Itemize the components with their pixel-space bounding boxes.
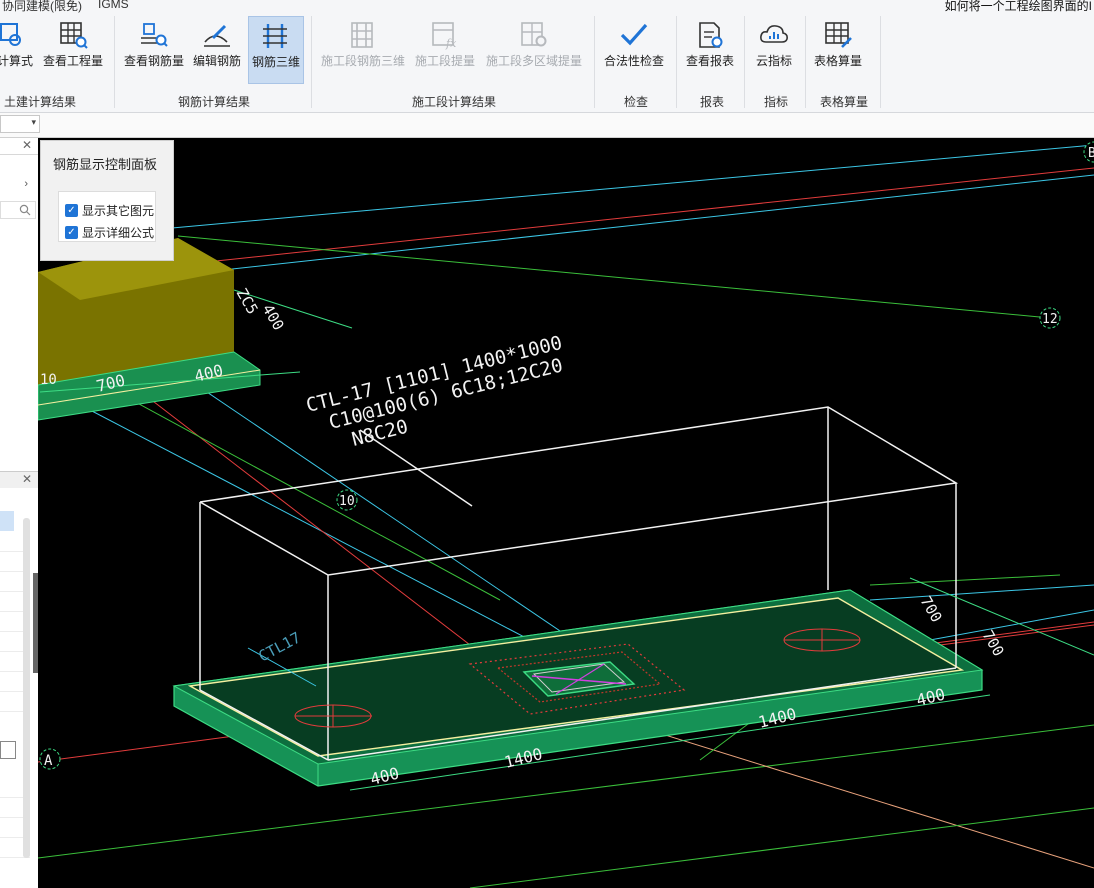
show-other-elements-label: 显示其它图元 — [82, 204, 155, 218]
cloud-index-icon — [760, 25, 788, 43]
close-icon[interactable]: ✕ — [22, 472, 32, 486]
group-label-civil: 土建计算结果 — [4, 95, 77, 109]
stage-quantity-label: 施工段提量 — [414, 54, 475, 68]
calc-formula-button[interactable]: 计算式 — [0, 16, 36, 82]
show-detail-formula-label: 显示详细公式 — [82, 226, 155, 240]
rebar-panel-options: ✓ 显示其它图元 ✓ 显示详细公式 — [58, 191, 156, 242]
show-other-elements-checkbox[interactable]: ✓ 显示其它图元 — [65, 202, 154, 219]
axis-label-10: 10 — [339, 494, 355, 509]
ribbon-divider — [880, 16, 881, 108]
edit-rebar-button[interactable]: 编辑钢筋 — [190, 16, 244, 82]
checkmark-icon — [620, 23, 648, 46]
axis-label-12: 12 — [1042, 312, 1058, 327]
search-icon — [19, 204, 31, 216]
view-rebar-quantity-label: 查看钢筋量 — [123, 54, 184, 68]
stage-multi-area-label: 施工段多区域提量 — [485, 54, 582, 68]
checkbox-checked-icon[interactable]: ✓ — [65, 204, 78, 217]
floor-select[interactable]: ▾ — [0, 115, 40, 133]
edit-rebar-icon — [204, 24, 230, 47]
rebar-3d-icon — [263, 24, 287, 48]
chevron-right-icon[interactable]: › — [24, 178, 28, 190]
report-icon — [699, 22, 723, 48]
stage-quantity-button[interactable]: fx 施工段提量 — [412, 16, 478, 82]
stage-rebar-3d-icon — [351, 22, 373, 48]
ribbon-divider — [114, 16, 115, 108]
group-label-index: 指标 — [764, 95, 789, 109]
dim-text-700-right-a: 700 — [917, 593, 946, 625]
stage-rebar-3d-button[interactable]: 施工段钢筋三维 — [318, 16, 408, 82]
calc-formula-icon — [0, 23, 21, 46]
rebar-display-panel: 钢筋显示控制面板 ✓ 显示其它图元 ✓ 显示详细公式 — [40, 140, 174, 261]
stage-rebar-3d-label: 施工段钢筋三维 — [320, 54, 405, 68]
rebar-3d-label: 钢筋三维 — [251, 55, 300, 69]
menu-tab-igms[interactable]: IGMS — [98, 0, 129, 11]
chevron-down-icon: ▾ — [31, 117, 36, 127]
cloud-index-button[interactable]: 云指标 — [750, 16, 798, 82]
view-quantity-button[interactable]: 查看工程量 — [40, 16, 106, 82]
ribbon-divider — [676, 16, 677, 108]
window-title-hint: 如何将一个工程绘图界面的I — [944, 0, 1092, 13]
view-rebar-quantity-icon — [141, 23, 168, 47]
panel-divider — [0, 154, 38, 155]
calc-formula-label: 计算式 — [0, 54, 33, 68]
ribbon-divider — [744, 16, 745, 108]
group-label-table: 表格算量 — [820, 95, 869, 109]
scrollbar[interactable] — [23, 518, 30, 858]
element-tag: CTL17 — [255, 628, 303, 665]
stage-multi-area-button[interactable]: 施工段多区域提量 — [482, 16, 586, 82]
legality-check-label: 合法性检查 — [603, 54, 664, 68]
rebar-3d-button[interactable]: 钢筋三维 — [248, 16, 304, 84]
stage-quantity-icon: fx — [432, 22, 457, 50]
axis-label-b: B — [1088, 146, 1094, 161]
group-label-rebar: 钢筋计算结果 — [178, 95, 251, 109]
ribbon-divider — [805, 16, 806, 108]
group-label-report: 报表 — [700, 95, 725, 109]
table-calc-label: 表格算量 — [813, 54, 862, 68]
sub-toolbar: ▾ — [0, 113, 1094, 138]
panel-header — [0, 471, 38, 488]
view-quantity-icon — [60, 22, 88, 49]
view-report-label: 查看报表 — [685, 54, 734, 68]
view-rebar-quantity-button[interactable]: 查看钢筋量 — [122, 16, 186, 82]
view-quantity-label: 查看工程量 — [42, 54, 103, 68]
input-box[interactable] — [0, 741, 16, 759]
legality-check-button[interactable]: 合法性检查 — [600, 16, 668, 82]
ribbon: 协同建模(限免) IGMS 如何将一个工程绘图界面的I 计算式 查看工程量 查看… — [0, 0, 1094, 113]
axis-label-a: A — [44, 753, 53, 769]
table-calc-icon — [825, 22, 852, 48]
search-field[interactable] — [0, 201, 36, 219]
svg-text:fx: fx — [445, 37, 457, 50]
rebar-3d-viewport[interactable]: CTL-17 [1101] 1400*1000 C10@100(6) 6C18;… — [38, 138, 1094, 888]
close-icon[interactable]: ✕ — [22, 138, 32, 152]
left-panel: ✕ › ✕ — [0, 138, 39, 888]
menu-tab-collab[interactable]: 协同建模(限免) — [2, 0, 82, 14]
view-report-button[interactable]: 查看报表 — [682, 16, 738, 82]
show-detail-formula-checkbox[interactable]: ✓ 显示详细公式 — [65, 224, 154, 241]
checkbox-checked-icon[interactable]: ✓ — [65, 226, 78, 239]
group-label-check: 检查 — [624, 95, 649, 109]
list-item-selected[interactable] — [0, 511, 14, 531]
viewport-canvas[interactable]: CTL-17 [1101] 1400*1000 C10@100(6) 6C18;… — [38, 138, 1094, 888]
rebar-panel-title: 钢筋显示控制面板 — [53, 157, 158, 172]
dim-text-700-right-b: 700 — [979, 627, 1008, 659]
table-calc-button[interactable]: 表格算量 — [810, 16, 866, 82]
cloud-index-label: 云指标 — [755, 54, 792, 68]
stage-multi-area-icon — [521, 22, 547, 47]
group-label-stage: 施工段计算结果 — [412, 95, 497, 109]
ribbon-divider — [311, 16, 312, 108]
dim-text-zc5: ZC5 — [233, 285, 262, 317]
axis-label-10-left: 10 — [40, 372, 57, 388]
edit-rebar-label: 编辑钢筋 — [192, 54, 241, 68]
ribbon-divider — [594, 16, 595, 108]
